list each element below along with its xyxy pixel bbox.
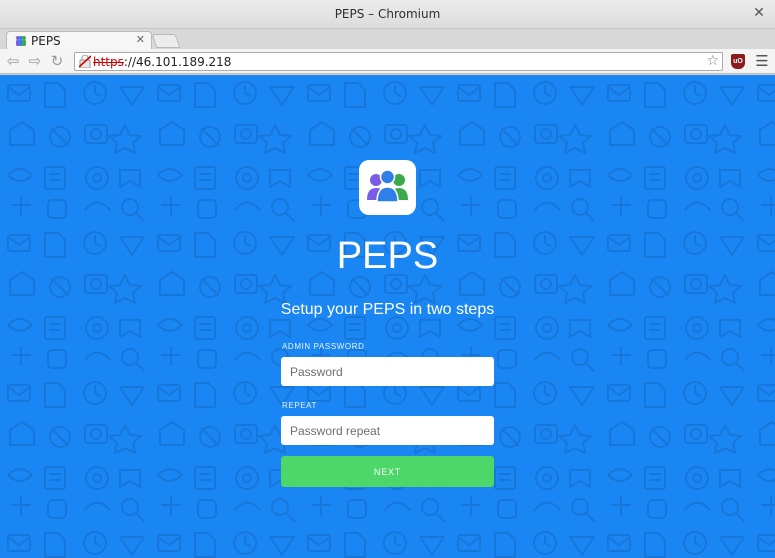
page-content: PEPS Setup your PEPS in two steps ADMIN …	[0, 75, 775, 558]
tab-close-icon[interactable]: ✕	[136, 33, 145, 46]
insecure-lock-icon	[79, 55, 91, 68]
hamburger-menu-icon[interactable]: ☰	[754, 53, 770, 69]
reload-icon[interactable]: ↻	[48, 53, 66, 70]
people-group-icon	[367, 169, 408, 203]
window-close-icon[interactable]: ✕	[751, 5, 767, 21]
window-title: PEPS – Chromium	[334, 7, 441, 21]
window-titlebar: PEPS – Chromium ✕	[0, 0, 775, 29]
url-text: https://46.101.189.218	[93, 55, 231, 69]
browser-toolbar: ⇦ ⇨ ↻ https://46.101.189.218 ☆ uO ☰	[0, 49, 775, 74]
back-arrow-icon[interactable]: ⇦	[4, 53, 22, 70]
setup-subtitle: Setup your PEPS in two steps	[280, 301, 495, 318]
tab-label: PEPS	[31, 34, 61, 48]
admin-password-label: ADMIN PASSWORD	[282, 342, 365, 351]
forward-arrow-icon[interactable]: ⇨	[26, 53, 44, 70]
repeat-password-input[interactable]	[281, 416, 494, 445]
peps-favicon-icon	[16, 36, 26, 46]
ublock-icon[interactable]: uO	[731, 54, 745, 69]
next-button[interactable]: NEXT	[281, 456, 494, 487]
tab-peps[interactable]: PEPS ✕	[6, 31, 152, 49]
star-icon[interactable]: ☆	[706, 53, 719, 69]
admin-password-input[interactable]	[281, 357, 494, 386]
tab-strip: PEPS ✕	[0, 29, 775, 49]
app-title: PEPS	[336, 235, 439, 277]
repeat-password-label: REPEAT	[282, 401, 318, 410]
address-bar[interactable]: https://46.101.189.218 ☆	[74, 52, 723, 71]
peps-logo	[359, 160, 416, 215]
new-tab-button[interactable]	[151, 34, 181, 48]
url-host: ://46.101.189.218	[123, 55, 232, 69]
url-scheme: https	[93, 55, 124, 69]
